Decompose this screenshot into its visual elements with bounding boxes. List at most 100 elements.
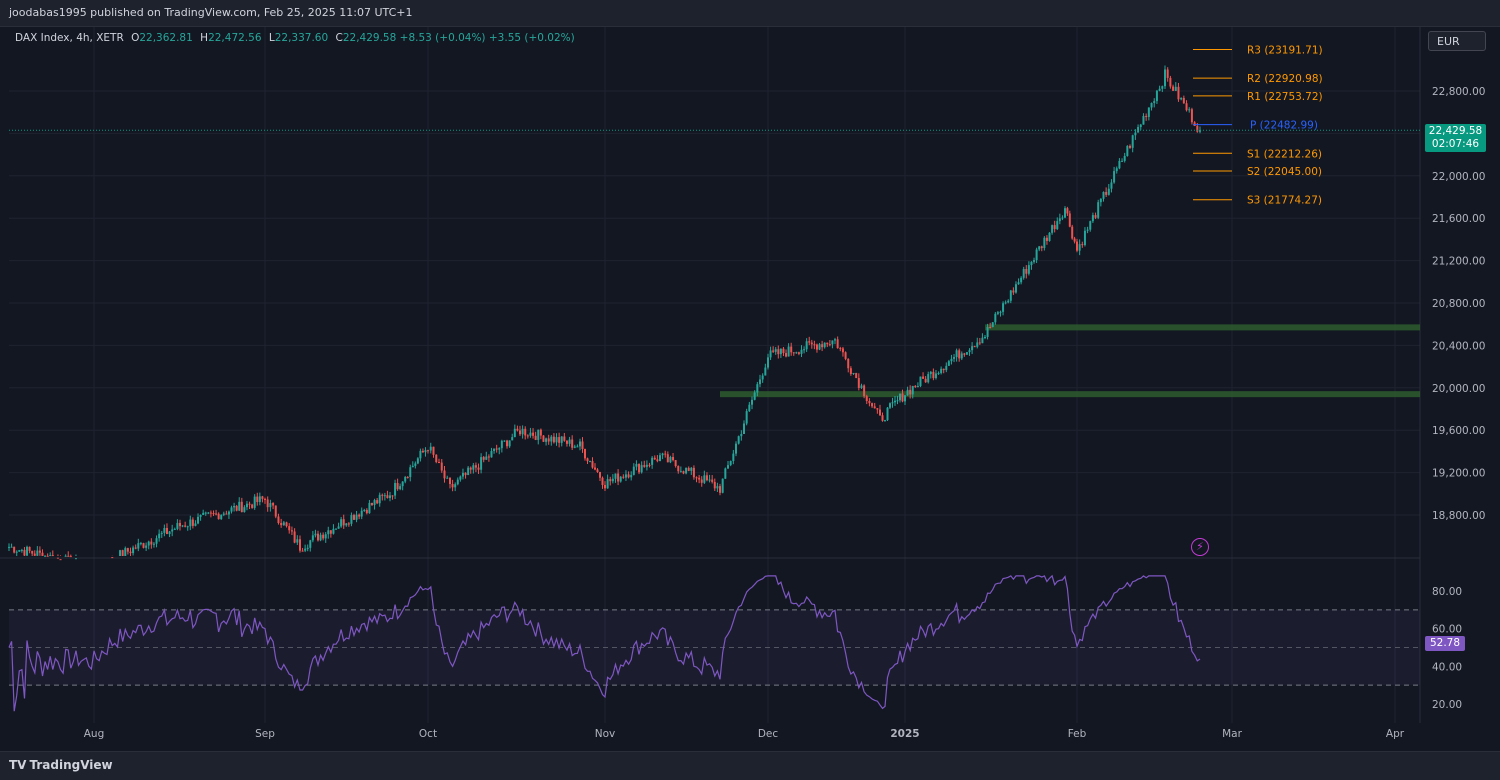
candle-body [934, 373, 937, 379]
candle-body [1066, 208, 1069, 214]
candle-body [651, 457, 654, 465]
candle-body [142, 543, 145, 548]
candle-body [542, 435, 545, 442]
time-tick-label: Oct [419, 728, 437, 740]
candle-body [411, 465, 414, 468]
candle-body [565, 440, 568, 444]
tradingview-logo[interactable]: 𝗧𝗩 TradingView [9, 758, 113, 772]
candle-body [258, 496, 261, 503]
candle-body [406, 477, 409, 479]
candle-body [756, 384, 759, 393]
rsi-tick-label: 20.00 [1432, 699, 1462, 711]
price-tick-label: 20,400.00 [1432, 340, 1485, 352]
candle-body [227, 511, 230, 515]
candle-body [1174, 86, 1177, 91]
candle-body [534, 435, 537, 440]
candle-body [876, 408, 879, 410]
candle-body [1196, 126, 1199, 132]
candle-body [160, 532, 163, 534]
candle-body [373, 500, 376, 505]
candle-body [894, 400, 896, 403]
candle-body [573, 446, 576, 448]
candle-body [940, 368, 943, 374]
currency-button[interactable]: EUR [1428, 31, 1486, 51]
candle-body [677, 466, 680, 472]
candle-body [145, 545, 148, 548]
candle-body [672, 457, 675, 461]
candle-body [599, 471, 601, 478]
candle-body [884, 420, 886, 422]
candle-body [924, 378, 927, 383]
candle-body [220, 514, 223, 520]
candle-body [617, 473, 620, 482]
candle-body [1134, 132, 1137, 136]
candle-body [440, 462, 443, 471]
candle-body [661, 453, 664, 456]
high-value: 22,472.56 [208, 32, 262, 44]
candle-body [516, 428, 519, 431]
candle-body [627, 474, 630, 478]
candle-body [306, 547, 309, 549]
candle-body [906, 389, 909, 396]
publish-bar: joodabas1995 published on TradingView.co… [0, 0, 1500, 27]
candle-body [826, 342, 829, 345]
candle-body [713, 481, 716, 489]
candle-body [371, 502, 373, 505]
candle-body [282, 522, 285, 526]
candle-body [539, 429, 542, 436]
candle-body [1094, 215, 1097, 218]
candle-body [490, 451, 493, 458]
flash-icon[interactable]: ⚡ [1191, 538, 1209, 556]
candle-body [813, 344, 816, 346]
candle-body [682, 471, 685, 474]
candle-body [449, 477, 451, 484]
candle-body [41, 552, 44, 556]
candle-body [886, 407, 889, 421]
candle-body [614, 473, 617, 479]
candle-body [792, 352, 795, 354]
low-value: 22,337.60 [274, 32, 329, 44]
candle-body [547, 438, 550, 442]
candle-body [790, 346, 793, 353]
candle-body [550, 436, 553, 442]
candle-body [1182, 97, 1185, 104]
candle-body [659, 455, 661, 462]
candle-body [487, 456, 490, 458]
candle-body [586, 458, 589, 462]
candle-body [46, 555, 49, 557]
candle-body [416, 458, 419, 464]
candle-body [857, 377, 860, 388]
candle-body [767, 357, 769, 368]
candle-body [383, 495, 386, 497]
candle-body [1153, 101, 1156, 103]
candle-body [1045, 237, 1048, 241]
candle-body [467, 467, 470, 476]
candle-body [119, 550, 122, 556]
candle-body [761, 375, 764, 380]
candle-body [692, 467, 695, 478]
candle-body [839, 348, 842, 350]
chart-area[interactable]: R3 (23191.71)R2 (22920.98)R1 (22753.72)P… [0, 27, 1500, 751]
candle-body [745, 411, 748, 424]
candle-body [834, 339, 836, 341]
time-tick-label: Feb [1068, 728, 1087, 740]
pivot-label: R2 (22920.98) [1247, 73, 1323, 85]
price-tick-label: 18,800.00 [1432, 510, 1485, 522]
candle-body [419, 450, 422, 459]
candle-body [591, 461, 594, 468]
candle-body [645, 464, 648, 467]
candle-body [74, 558, 77, 560]
candle-body [1091, 215, 1094, 222]
candle-body [493, 448, 496, 452]
candle-body [841, 348, 844, 353]
candle-body [1043, 237, 1046, 249]
price-tick-label: 19,600.00 [1432, 425, 1485, 437]
symbol-label[interactable]: DAX Index, 4h, XETR [15, 32, 124, 44]
candle-body [150, 541, 153, 545]
candle-body [1121, 160, 1124, 162]
candle-body [879, 409, 881, 416]
candle-body [124, 548, 127, 556]
candle-body [584, 449, 586, 459]
candle-body [1123, 155, 1126, 161]
candle-body [248, 503, 251, 505]
